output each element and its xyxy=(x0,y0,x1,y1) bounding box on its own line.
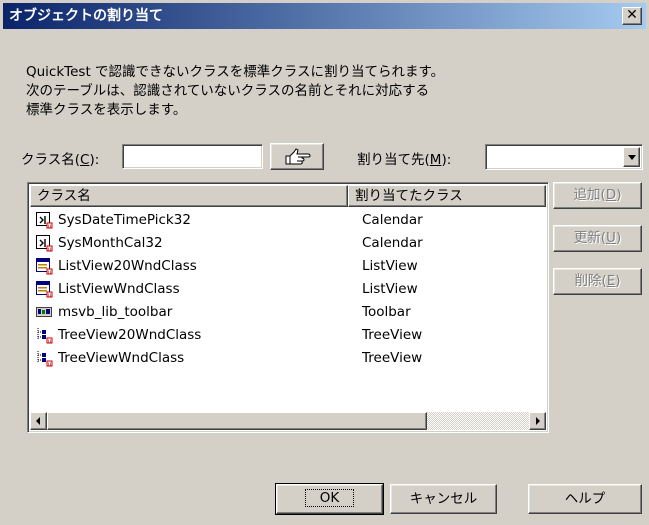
table-row[interactable]: u SysMonthCal32 Calendar xyxy=(30,232,546,255)
column-header-mapped-class[interactable]: 割り当てたクラス xyxy=(348,185,546,207)
listview-icon: u xyxy=(36,258,53,276)
description-line: QuickTest で認識できないクラスを標準クラスに割り当てられます。 xyxy=(26,64,445,80)
title-bar[interactable]: オブジェクトの割り当て ✕ xyxy=(3,3,646,29)
window-title: オブジェクトの割り当て xyxy=(9,8,163,24)
map-to-select[interactable] xyxy=(485,144,643,170)
svg-text:u: u xyxy=(48,246,52,252)
row-mapped-class: TreeView xyxy=(362,350,423,366)
toolbar-icon xyxy=(36,304,53,321)
table-row[interactable]: u SysDateTimePick32 Calendar xyxy=(30,209,546,232)
scroll-track[interactable] xyxy=(47,412,529,430)
table-body: u SysDateTimePick32 Calendar u SysMonthC… xyxy=(30,209,546,370)
row-class-name: SysMonthCal32 xyxy=(58,235,163,251)
pointing-hand-icon xyxy=(284,147,312,166)
add-button[interactable]: 追加(D) xyxy=(553,182,642,209)
description-line: 次のテーブルは、認識されていないクラスの名前とそれに対応する xyxy=(26,83,430,99)
svg-text:u: u xyxy=(48,292,52,298)
chevron-down-icon xyxy=(628,155,636,160)
svg-text:u: u xyxy=(48,361,52,367)
row-mapped-class: ListView xyxy=(362,281,418,297)
row-class-name: ListViewWndClass xyxy=(58,281,180,297)
description-line: 標準クラスを表示します。 xyxy=(26,102,187,118)
close-button[interactable]: ✕ xyxy=(622,7,642,25)
help-button[interactable]: ヘルプ xyxy=(528,484,642,514)
row-mapped-class: TreeView xyxy=(362,327,423,343)
table-row[interactable]: u ListView20WndClass ListView xyxy=(30,255,546,278)
update-button[interactable]: 更新(U) xyxy=(553,225,642,252)
table-row[interactable]: u TreeViewWndClass TreeView xyxy=(30,347,546,370)
table-row[interactable]: u TreeView20WndClass TreeView xyxy=(30,324,546,347)
treeview-icon: u xyxy=(36,327,53,345)
svg-text:u: u xyxy=(48,269,52,275)
class-name-input[interactable] xyxy=(122,144,263,169)
row-class-name: SysDateTimePick32 xyxy=(58,212,191,228)
class-name-label: クラス名(C): xyxy=(21,152,100,168)
close-icon: ✕ xyxy=(626,7,638,23)
row-mapped-class: ListView xyxy=(362,258,418,274)
row-class-name: msvb_lib_toolbar xyxy=(58,304,173,320)
horizontal-scrollbar[interactable] xyxy=(30,412,546,430)
row-mapped-class: Toolbar xyxy=(362,304,411,320)
table-row[interactable]: u ListViewWndClass ListView xyxy=(30,278,546,301)
row-class-name: TreeViewWndClass xyxy=(58,350,185,366)
class-table[interactable]: クラス名 割り当てたクラス u SysDateTimePick32 Calend… xyxy=(27,182,549,433)
column-header-class-name[interactable]: クラス名 xyxy=(30,185,348,207)
svg-text:u: u xyxy=(48,223,52,229)
calendar-icon: u xyxy=(36,212,53,230)
delete-button[interactable]: 削除(E) xyxy=(553,268,642,295)
dialog: オブジェクトの割り当て ✕ QuickTest で認識できないクラスを標準クラス… xyxy=(0,0,649,525)
description: QuickTest で認識できないクラスを標準クラスに割り当てられます。 次のテ… xyxy=(26,63,444,120)
row-class-name: TreeView20WndClass xyxy=(58,327,202,343)
listview-icon: u xyxy=(36,281,53,299)
svg-text:u: u xyxy=(48,338,52,344)
treeview-icon: u xyxy=(36,350,53,368)
ok-button[interactable]: OK xyxy=(275,483,384,515)
table-row[interactable]: msvb_lib_toolbar Toolbar xyxy=(30,301,546,324)
row-mapped-class: Calendar xyxy=(362,212,423,228)
cancel-button[interactable]: キャンセル xyxy=(390,484,497,514)
arrow-right-icon xyxy=(536,417,540,425)
map-to-label: 割り当て先(M): xyxy=(357,152,452,168)
arrow-left-icon xyxy=(36,417,40,425)
row-mapped-class: Calendar xyxy=(362,235,423,251)
calendar-icon: u xyxy=(36,235,53,253)
scroll-thumb[interactable] xyxy=(47,412,427,430)
map-to-dropdown-button[interactable] xyxy=(623,147,640,167)
scroll-left-button[interactable] xyxy=(30,412,47,430)
pointer-button[interactable] xyxy=(270,143,324,170)
row-class-name: ListView20WndClass xyxy=(58,258,197,274)
scroll-right-button[interactable] xyxy=(529,412,546,430)
